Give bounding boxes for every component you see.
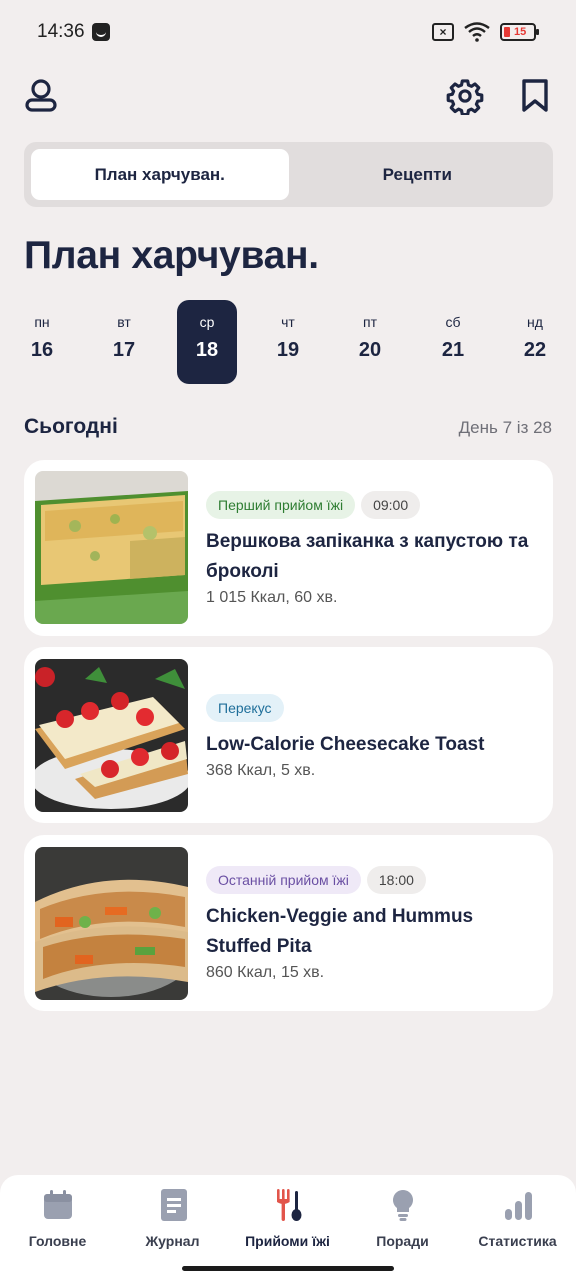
meal-info: Перекус Low-Calorie Cheesecake Toast 368… (206, 694, 537, 780)
nav-item-tips[interactable]: Поради (345, 1187, 460, 1249)
home-indicator[interactable] (182, 1266, 394, 1271)
page-title: План харчуван. (24, 234, 319, 277)
meal-image (35, 471, 188, 624)
battery-icon: 15 (500, 23, 539, 41)
section-title: Сьогодні (24, 415, 118, 438)
journal-icon (160, 1189, 187, 1221)
bookmark-icon[interactable] (520, 78, 550, 114)
meal-time-badge: 09:00 (361, 491, 421, 519)
meal-type-badge: Перший прийом їжі (206, 491, 356, 519)
no-sim-icon: × (432, 23, 454, 41)
day-name: нд (527, 314, 543, 330)
day-date: 18 (195, 339, 219, 361)
day-date: 17 (112, 339, 136, 361)
segmented-tabs: План харчуван. Рецепти (24, 142, 553, 207)
gear-icon[interactable] (446, 77, 484, 115)
nav-label: Головне (28, 1233, 87, 1249)
meal-type-badge: Останній прийом їжі (206, 866, 361, 894)
status-time: 14:36 (37, 21, 85, 42)
meal-chips: Перший прийом їжі 09:00 (206, 491, 537, 519)
meal-time-badge: 18:00 (366, 866, 426, 894)
meal-meta: 368 Ккал, 5 хв. (206, 762, 316, 779)
day-sunday[interactable]: нд 22 (505, 300, 565, 384)
day-name: пн (34, 314, 50, 330)
wifi-icon (464, 22, 490, 42)
nav-item-home[interactable]: Головне (0, 1187, 115, 1249)
day-thursday[interactable]: чт 19 (258, 300, 318, 384)
day-tuesday[interactable]: вт 17 (94, 300, 154, 384)
nav-label: Прийоми їжі (245, 1233, 330, 1249)
meal-info: Перший прийом їжі 09:00 Вершкова запікан… (206, 491, 537, 607)
day-wednesday[interactable]: ср 18 (177, 300, 237, 384)
meal-type-badge: Перекус (206, 694, 284, 722)
day-date: 22 (523, 339, 547, 361)
day-date: 19 (276, 339, 300, 361)
nav-label: Журнал (145, 1233, 200, 1249)
day-date: 16 (30, 339, 54, 361)
tab-recipes[interactable]: Рецепти (289, 149, 547, 200)
meal-card-breakfast[interactable]: Перший прийом їжі 09:00 Вершкова запікан… (24, 460, 553, 636)
meal-info: Останній прийом їжі 18:00 Chicken-Veggie… (206, 866, 537, 982)
day-date: 20 (358, 339, 382, 361)
week-strip: пн 16 вт 17 ср 18 чт 19 пт 20 сб 21 нд 2… (0, 300, 576, 384)
meal-meta: 1 015 Ккал, 60 хв. (206, 589, 338, 606)
lightbulb-icon (392, 1190, 413, 1221)
bar-chart-icon (504, 1192, 532, 1220)
tab-meal-plan[interactable]: План харчуван. (31, 149, 289, 200)
meal-chips: Перекус (206, 694, 537, 722)
nav-item-journal[interactable]: Журнал (115, 1187, 230, 1249)
meal-meta: 860 Ккал, 15 хв. (206, 964, 325, 981)
meal-card-dinner[interactable]: Останній прийом їжі 18:00 Chicken-Veggie… (24, 835, 553, 1011)
nav-item-meals[interactable]: Прийоми їжі (230, 1187, 345, 1249)
nav-label: Статистика (478, 1233, 557, 1249)
fork-spoon-icon (276, 1189, 301, 1221)
day-saturday[interactable]: сб 21 (423, 300, 483, 384)
day-name: вт (117, 314, 131, 330)
nav-item-statistics[interactable]: Статистика (460, 1187, 575, 1249)
notification-app-icon (92, 23, 110, 41)
day-name: сб (445, 314, 461, 330)
status-bar: 14:36 × 15 (0, 0, 576, 64)
meal-image (35, 659, 188, 812)
day-name: пт (363, 314, 377, 330)
day-counter: День 7 із 28 (458, 418, 552, 437)
meal-card-snack[interactable]: Перекус Low-Calorie Cheesecake Toast 368… (24, 647, 553, 823)
bottom-navigation: Головне Журнал Прийоми їжі Поради Статис… (0, 1175, 576, 1280)
day-friday[interactable]: пт 20 (340, 300, 400, 384)
day-name: чт (281, 314, 295, 330)
nav-label: Поради (376, 1233, 429, 1249)
calendar-icon (43, 1190, 72, 1219)
day-date: 21 (441, 339, 465, 361)
day-monday[interactable]: пн 16 (12, 300, 72, 384)
meal-image (35, 847, 188, 1000)
meal-chips: Останній прийом їжі 18:00 (206, 866, 537, 894)
status-icons: × 15 (432, 22, 539, 42)
meal-name: Chicken-Veggie and Hummus Stuffed Pita (206, 906, 474, 957)
profile-icon[interactable] (24, 78, 58, 114)
day-name: ср (199, 314, 215, 330)
meal-name: Вершкова запіканка з капустою та броколі (206, 531, 529, 582)
meal-name: Low-Calorie Cheesecake Toast (206, 734, 485, 755)
